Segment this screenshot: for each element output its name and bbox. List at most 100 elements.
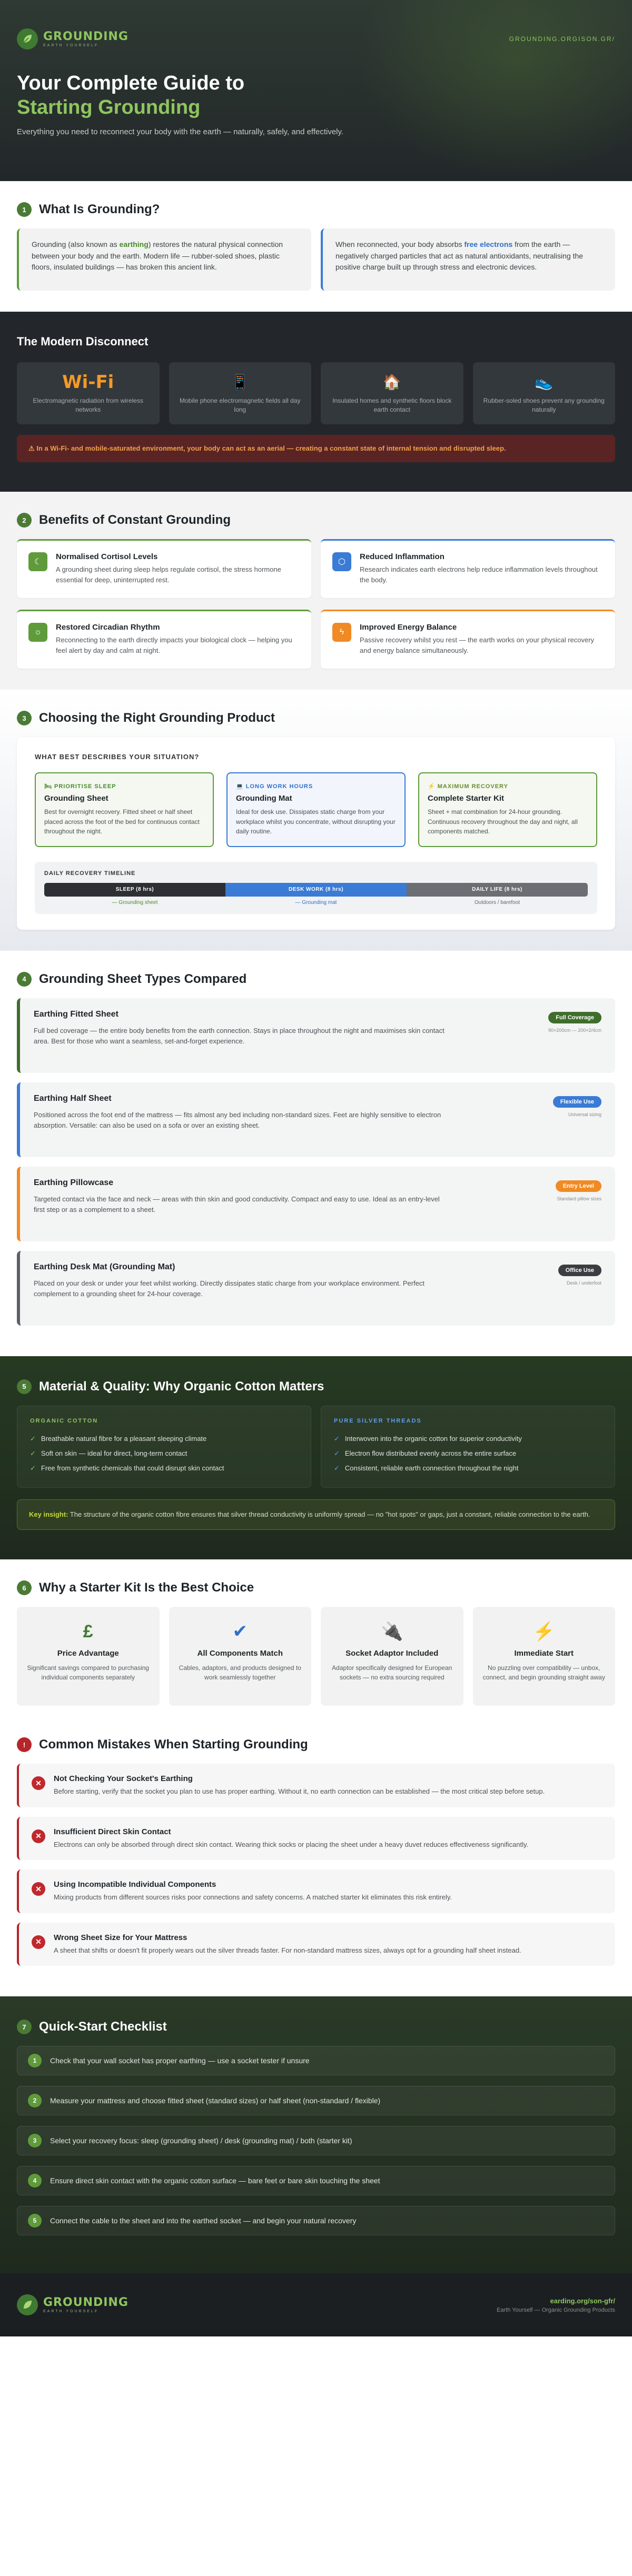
footer: GROUNDING EARTH YOURSELF earding.org/son-… [0, 2273, 632, 2337]
section-number: 4 [17, 971, 32, 987]
selector-question: WHAT BEST DESCRIBES YOUR SITUATION? [35, 753, 200, 761]
section-title: Quick-Start Checklist [39, 2020, 167, 2034]
benefit-card: ☾ Normalised Cortisol Levels A grounding s… [17, 539, 311, 599]
warning-banner: ⚠ In a Wi-Fi- and mobile-saturated envir… [17, 435, 615, 463]
footer-logo[interactable]: GROUNDING EARTH YOURSELF [17, 2294, 129, 2316]
checklist-item[interactable]: 1 Check that your wall socket has proper … [17, 2046, 615, 2076]
disconnect-card: 📱 Mobile phone electromagnetic fields all… [169, 362, 311, 424]
lightning-icon: ϟ [332, 623, 351, 642]
section-choosing-product: 3 Choosing the Right Grounding Product WH… [0, 690, 632, 951]
section-material-quality: 5 Material & Quality: Why Organic Cotton … [0, 1356, 632, 1560]
section-title: Common Mistakes When Starting Grounding [39, 1737, 308, 1752]
section-number: 1 [17, 202, 32, 217]
section-number: 5 [17, 1379, 32, 1394]
leaf-icon [17, 2294, 38, 2316]
phone-icon: 📱 [231, 374, 250, 391]
section-number: 2 [17, 513, 32, 528]
section-title: Why a Starter Kit Is the Best Choice [39, 1580, 254, 1595]
checklist-item[interactable]: 5 Connect the cable to the sheet and into… [17, 2206, 615, 2236]
close-icon: ✕ [32, 1882, 45, 1896]
status-badge: Flexible Use [552, 1096, 601, 1108]
benefit-card: ϟ Improved Energy Balance Passive recovery… [321, 610, 615, 669]
sheet-type-card: Earthing Desk Mat (Grounding Mat) Placed … [17, 1250, 615, 1326]
section-number: 7 [17, 2020, 32, 2035]
mistake-item: ✕ Insufficient Direct Skin Contact Electro… [17, 1816, 615, 1861]
section-title: Choosing the Right Grounding Product [39, 711, 275, 725]
status-badge: Office Use [558, 1264, 601, 1276]
disconnect-card: Wi-Fi Electromagnetic radiation from wire… [17, 362, 160, 424]
benefit-card: ⬡ Reduced Inflammation Research indicates … [321, 539, 615, 599]
section-benefits: 2 Benefits of Constant Grounding ☾ Normali… [0, 492, 632, 690]
section-common-mistakes: ! Common Mistakes When Starting Grounding… [0, 1727, 632, 1996]
brand-logo[interactable]: GROUNDING EARTH YOURSELF [17, 28, 129, 49]
list-item: ✓ Breathable natural fibre for a pleasant… [30, 1434, 207, 1443]
kit-benefit-card: £ Price Advantage Significant savings comp… [17, 1607, 160, 1706]
sheet-type-card: Earthing Pillowcase Targeted contact via … [17, 1166, 615, 1241]
hero: GROUNDING EARTH YOURSELF GROUNDING.ORGIS… [0, 0, 632, 181]
section-sheet-types: 4 Grounding Sheet Types Compared Earthing… [0, 951, 632, 1356]
page-subtitle: Everything you need to reconnect your bo… [17, 127, 344, 137]
mistake-item: ✕ Wrong Sheet Size for Your Mattress A she… [17, 1922, 615, 1966]
close-icon: ✕ [32, 1829, 45, 1843]
section-title: What Is Grounding? [39, 202, 160, 216]
shield-icon: ⬡ [332, 552, 351, 572]
pound-icon: £ [83, 1621, 93, 1642]
status-badge: Entry Level [555, 1180, 601, 1192]
page-title: Your Complete Guide to Starting Grounding [17, 72, 615, 120]
electrons-card: When reconnected, your body absorbs free… [321, 228, 615, 291]
section-starter-kit: 6 Why a Starter Kit Is the Best Choice £ P… [0, 1559, 632, 1727]
close-icon: ✕ [32, 1776, 45, 1791]
timeline-label: — Grounding sheet [112, 899, 158, 906]
key-insight: Key insight: The structure of the organi… [17, 1499, 615, 1530]
brand-name: GROUNDING [43, 29, 129, 43]
timeline-segment-sleep: SLEEP (8 hrs) [44, 882, 225, 897]
section-number: 6 [17, 1580, 32, 1596]
mistake-item: ✕ Using Incompatible Individual Component… [17, 1869, 615, 1913]
check-icon: ✓ [334, 1434, 340, 1443]
check-icon: ✓ [30, 1464, 36, 1472]
checklist-item[interactable]: 3 Select your recovery focus: sleep (grou… [17, 2126, 615, 2156]
section-what-is-grounding: 1 What Is Grounding? Grounding (also know… [0, 181, 632, 312]
section-number: 3 [17, 711, 32, 726]
footer-link[interactable]: earding.org/son-gfr/ [497, 2297, 616, 2305]
shoe-icon: 👟 [535, 374, 554, 391]
section-modern-disconnect: The Modern Disconnect Wi-Fi Electromagnet… [0, 312, 632, 492]
list-item: ✓ Soft on skin — ideal for direct, long-t… [30, 1449, 187, 1457]
wifi-icon: Wi-Fi [62, 371, 114, 393]
close-icon: ✕ [32, 1935, 45, 1949]
checklist-item[interactable]: 2 Measure your mattress and choose fitted… [17, 2086, 615, 2116]
house-icon: 🏠 [382, 374, 401, 391]
warning-icon: ! [17, 1737, 32, 1753]
sun-icon: ☼ [28, 623, 47, 642]
sheet-type-card: Earthing Fitted Sheet Full bed coverage —… [17, 998, 615, 1073]
check-icon: ✓ [334, 1449, 340, 1457]
option-grounding-mat[interactable]: 💻 LONG WORK HOURS Grounding Mat Ideal for … [226, 772, 406, 847]
list-item: ✓ Interwoven into the organic cotton for … [334, 1434, 522, 1443]
list-item: ✓ Consistent, reliable earth connection t… [334, 1464, 519, 1472]
kit-benefit-card: ⚡ Immediate Start No puzzling over compati… [472, 1607, 615, 1706]
product-selector: WHAT BEST DESCRIBES YOUR SITUATION? 🛏 PR… [17, 737, 615, 930]
benefit-card: ☼ Restored Circadian Rhythm Reconnecting t… [17, 610, 311, 669]
brand-tagline: EARTH YOURSELF [43, 43, 99, 47]
kit-benefit-card: 🔌 Socket Adaptor Included Adaptor specific… [321, 1607, 463, 1706]
section-title: The Modern Disconnect [17, 335, 149, 348]
organic-cotton-panel: ORGANIC COTTON ✓ Breathable natural fibre… [17, 1405, 311, 1488]
disconnect-card: 🏠 Insulated homes and synthetic floors bl… [321, 362, 463, 424]
footer-subtitle: Earth Yourself — Organic Grounding Produ… [496, 2306, 615, 2313]
check-icon: ✓ [30, 1449, 36, 1457]
status-badge: Full Coverage [548, 1011, 601, 1023]
check-icon: ✓ [334, 1464, 340, 1472]
disconnect-card: 👟 Rubber-soled shoes prevent any groundin… [472, 362, 615, 424]
moon-icon: ☾ [28, 552, 47, 572]
option-grounding-sheet[interactable]: 🛏 PRIORITISE SLEEP Grounding Sheet Best fo… [35, 772, 214, 847]
site-link[interactable]: GROUNDING.ORGISON.GR/ [509, 35, 615, 43]
checklist-item[interactable]: 4 Ensure direct skin contact with the org… [17, 2166, 615, 2196]
lightning-icon: ⚡ [532, 1622, 555, 1642]
option-starter-kit[interactable]: ⚡ MAXIMUM RECOVERY Complete Starter Kit Sh… [418, 772, 597, 847]
page-title-accent: Starting Grounding [17, 96, 201, 118]
list-item: ✓ Free from synthetic chemicals that coul… [30, 1464, 224, 1472]
section-title: Grounding Sheet Types Compared [39, 971, 247, 986]
recovery-timeline: DAILY RECOVERY TIMELINE SLEEP (8 hrs) DE… [35, 861, 597, 914]
timeline-segment-desk: DESK WORK (8 hrs) [225, 882, 407, 897]
definition-card: Grounding (also known as earthing) resto… [17, 228, 311, 291]
